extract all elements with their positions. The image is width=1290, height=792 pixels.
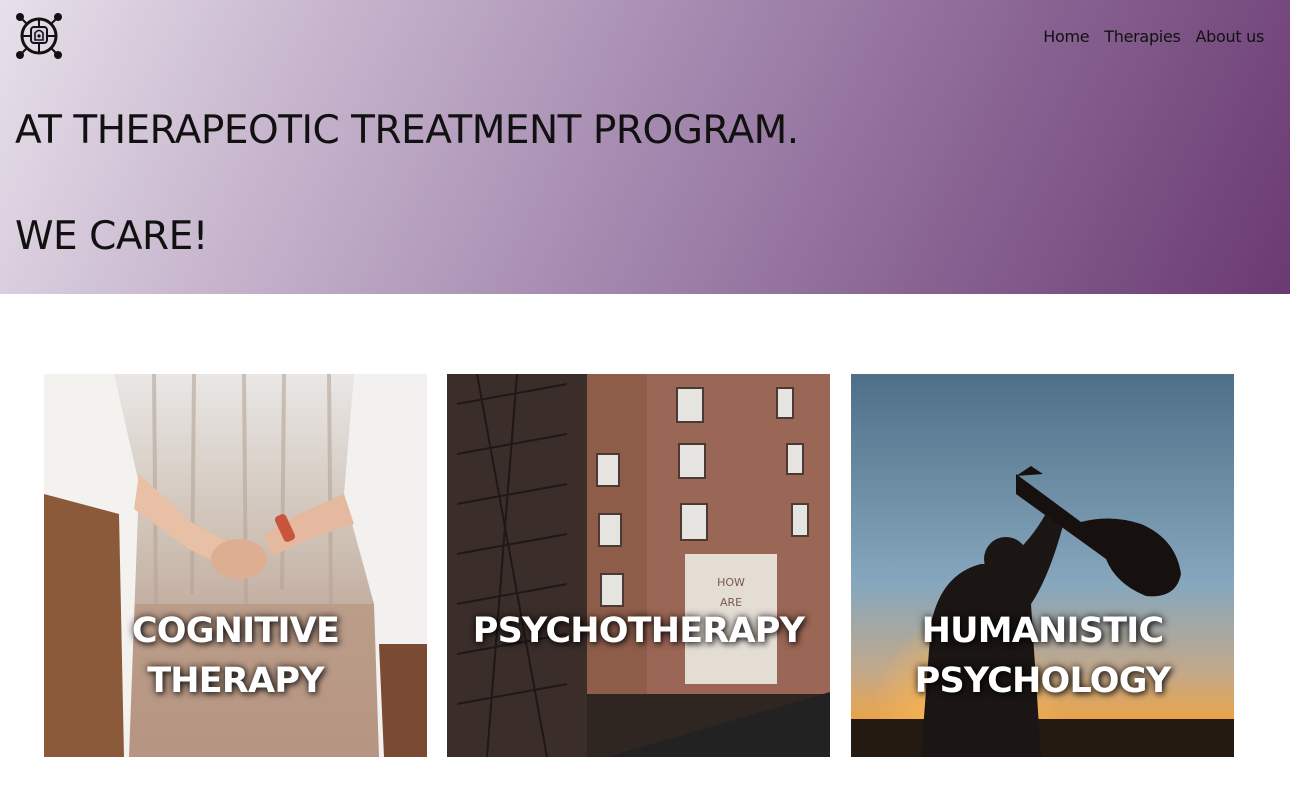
svg-text:HOW: HOW <box>717 576 745 589</box>
brick-building-how-are-you-photo: HOW ARE <box>447 374 830 757</box>
hero-banner: Home Therapies About us AT THERAPEOTIC T… <box>0 0 1290 294</box>
nav-home-link[interactable]: Home <box>1043 27 1089 46</box>
card-title: HUMANISTIC PSYCHOLOGY <box>914 611 1172 701</box>
card-title: COGNITIVE THERAPY <box>131 611 340 701</box>
card-humanistic-psychology[interactable]: HUMANISTIC PSYCHOLOGY <box>851 374 1234 757</box>
logo-icon[interactable] <box>14 11 64 61</box>
hero-headline: AT THERAPEOTIC TREATMENT PROGRAM. <box>15 108 799 153</box>
nav-about-us-link[interactable]: About us <box>1196 27 1265 46</box>
card-psychotherapy[interactable]: HOW ARE PSYCHOTHERAPY <box>447 374 830 757</box>
main-nav: Home Therapies About us <box>1043 27 1264 46</box>
card-title: PSYCHOTHERAPY <box>472 611 805 651</box>
nav-therapies-link[interactable]: Therapies <box>1104 27 1181 46</box>
card-cognitive-therapy[interactable]: COGNITIVE THERAPY <box>44 374 427 757</box>
hero-tagline: WE CARE! <box>15 214 208 259</box>
